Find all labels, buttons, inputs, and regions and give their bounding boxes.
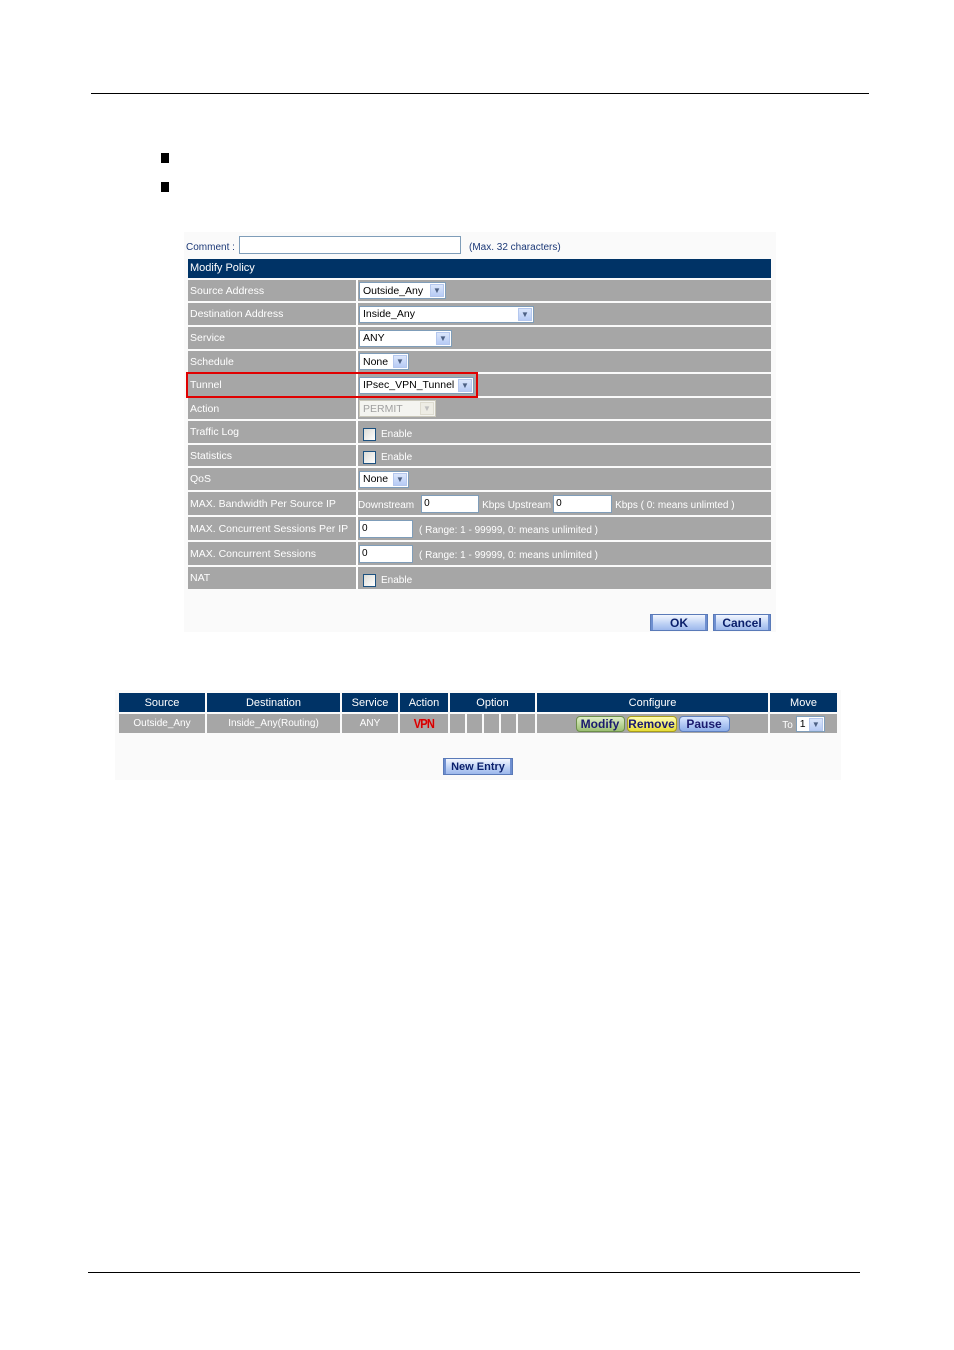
tunnel-label: Tunnel — [190, 379, 222, 391]
sessions-input[interactable]: 0 — [359, 544, 413, 563]
cell-destination: Inside_Any(Routing) — [207, 714, 340, 733]
bandwidth-label: MAX. Bandwidth Per Source IP — [190, 497, 336, 510]
chevron-down-icon: ▼ — [518, 307, 532, 321]
chevron-down-icon: ▼ — [430, 284, 444, 297]
sessions-per-ip-input[interactable]: 0 — [359, 519, 413, 538]
statistics-enable-label: Enable — [381, 452, 413, 463]
service-label: Service — [190, 332, 226, 344]
move-to-label: To — [782, 719, 793, 731]
row-bandwidth: MAX. Bandwidth Per Source IP Downstream … — [188, 492, 771, 515]
ok-button[interactable]: OK — [650, 614, 708, 631]
nat-checkbox[interactable] — [363, 573, 376, 587]
source-address-label: Source Address — [190, 284, 265, 297]
source-address-select[interactable]: Outside_Any ▼ — [359, 282, 446, 299]
row-sessions-per-ip: MAX. Concurrent Sessions Per IP 0 ( Rang… — [188, 517, 771, 540]
cancel-button[interactable]: Cancel — [713, 614, 771, 631]
cell-configure: Modify Remove Pause — [537, 714, 768, 733]
option-cell — [484, 714, 499, 733]
qos-select[interactable]: None ▼ — [359, 470, 409, 488]
sessions-per-ip-hint: ( Range: 1 - 99999, 0: means unlimited ) — [419, 525, 598, 536]
comment-hint: (Max. 32 characters) — [469, 242, 561, 253]
downstream-label: Downstream — [358, 499, 415, 511]
row-service: Service ANY ▼ — [188, 327, 771, 349]
row-sessions: MAX. Concurrent Sessions 0 ( Range: 1 - … — [188, 542, 771, 565]
cell-service: ANY — [342, 714, 398, 733]
move-position-select[interactable]: 1 ▼ — [795, 715, 825, 732]
header-rule — [91, 93, 869, 94]
form-title: Modify Policy — [188, 259, 771, 278]
action-label: Action — [190, 402, 220, 415]
modify-button[interactable]: Modify — [575, 715, 625, 732]
header-move: Move — [770, 693, 837, 712]
option-cell — [518, 714, 535, 733]
service-select[interactable]: ANY ▼ — [359, 329, 452, 347]
row-nat: NAT Enable — [188, 567, 771, 589]
chevron-down-icon: ▼ — [436, 331, 450, 345]
footer-rule — [88, 1272, 860, 1273]
row-source-address: Source Address Outside_Any ▼ — [188, 280, 771, 301]
header-destination: Destination — [207, 693, 340, 712]
sessions-label: MAX. Concurrent Sessions — [190, 547, 317, 560]
bullet-icon — [161, 182, 169, 192]
nat-label: NAT — [190, 572, 211, 584]
chevron-down-icon: ▼ — [420, 402, 434, 415]
row-schedule: Schedule None ▼ — [188, 351, 771, 372]
option-cell — [467, 714, 482, 733]
header-option: Option — [450, 693, 535, 712]
cell-action: VPN — [400, 714, 448, 733]
chevron-down-icon: ▼ — [393, 355, 407, 368]
vpn-action-icon: VPN — [413, 716, 435, 731]
row-tunnel: Tunnel IPsec_VPN_Tunnel ▼ — [188, 374, 771, 396]
comment-input[interactable] — [239, 236, 461, 254]
traffic-log-enable-label: Enable — [381, 428, 413, 440]
pause-button[interactable]: Pause — [678, 715, 730, 732]
nat-enable-label: Enable — [381, 574, 413, 586]
row-qos: QoS None ▼ — [188, 468, 771, 490]
header-source: Source — [119, 693, 205, 712]
traffic-log-checkbox[interactable] — [363, 427, 376, 441]
schedule-label: Schedule — [190, 355, 234, 368]
bullet-icon — [161, 153, 169, 163]
downstream-input[interactable]: 0 — [421, 494, 480, 513]
schedule-select[interactable]: None ▼ — [359, 353, 409, 370]
chevron-down-icon: ▼ — [458, 378, 472, 392]
row-traffic-log: Traffic Log Enable — [188, 421, 771, 443]
traffic-log-label: Traffic Log — [190, 426, 240, 438]
row-statistics: Statistics Enable — [188, 445, 771, 466]
policy-list-panel: Source Destination Service Action Option… — [115, 690, 841, 780]
destination-address-select[interactable]: Inside_Any ▼ — [359, 305, 534, 323]
destination-address-label: Destination Address — [190, 308, 284, 320]
statistics-label: Statistics — [190, 449, 233, 462]
bandwidth-hint: Kbps ( 0: means unlimted ) — [615, 499, 735, 511]
chevron-down-icon: ▼ — [808, 717, 823, 731]
cell-move: To 1 ▼ — [770, 714, 837, 733]
upstream-label: Kbps Upstream — [482, 499, 552, 511]
qos-label: QoS — [190, 473, 212, 485]
tunnel-select[interactable]: IPsec_VPN_Tunnel ▼ — [359, 376, 474, 394]
comment-label: Comment : — [186, 242, 235, 253]
chevron-down-icon: ▼ — [393, 472, 407, 486]
statistics-checkbox[interactable] — [363, 451, 376, 464]
modify-policy-panel: Comment : (Max. 32 characters) Modify Po… — [184, 232, 776, 632]
sessions-per-ip-label: MAX. Concurrent Sessions Per IP — [190, 522, 349, 535]
upstream-input[interactable]: 0 — [553, 494, 613, 513]
option-cell — [501, 714, 516, 733]
header-service: Service — [342, 693, 398, 712]
row-action: Action PERMIT ▼ — [188, 398, 771, 419]
remove-button[interactable]: Remove — [626, 715, 677, 732]
header-configure: Configure — [537, 693, 768, 712]
new-entry-button[interactable]: New Entry — [443, 758, 513, 775]
header-action: Action — [400, 693, 448, 712]
action-select: PERMIT ▼ — [359, 400, 436, 417]
sessions-hint: ( Range: 1 - 99999, 0: means unlimited ) — [419, 550, 598, 561]
option-cell — [450, 714, 465, 733]
row-destination-address: Destination Address Inside_Any ▼ — [188, 303, 771, 325]
cell-source: Outside_Any — [119, 714, 205, 733]
